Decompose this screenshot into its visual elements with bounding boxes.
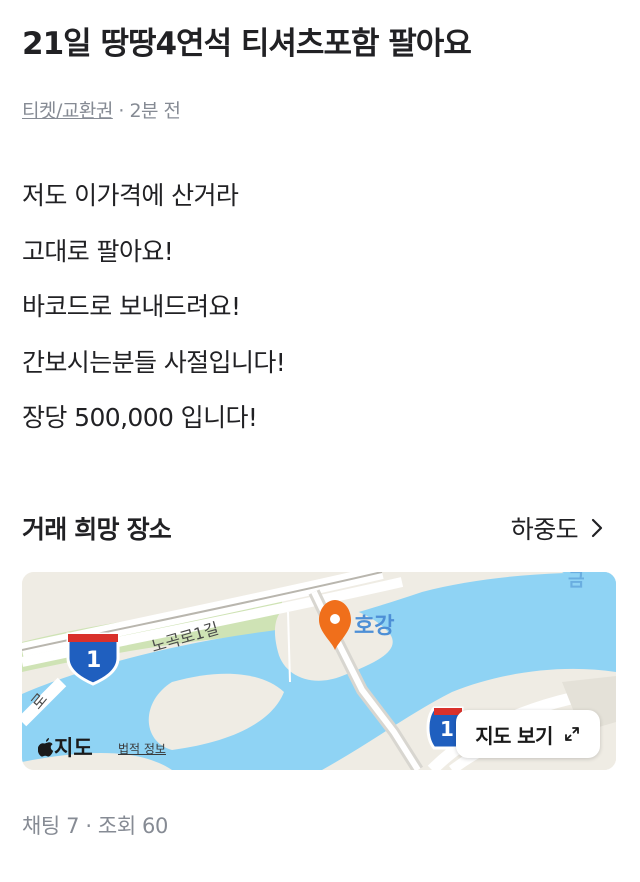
body-line: 저도 이가격에 산거라 bbox=[22, 181, 239, 210]
route-shield-number-right: 1 bbox=[440, 717, 454, 741]
map-water-label: 호강 bbox=[354, 614, 395, 639]
maps-provider-logo: 지도 bbox=[38, 732, 93, 762]
map-water-label-corner: 금 bbox=[568, 572, 585, 591]
trade-place-row: 거래 희망 장소 하중도 bbox=[22, 506, 608, 550]
trade-place-heading: 거래 희망 장소 bbox=[22, 515, 172, 544]
expand-icon bbox=[564, 727, 579, 741]
maps-provider-name: 지도 bbox=[54, 736, 93, 760]
body-line: 간보시는분들 사절입니다! bbox=[22, 347, 286, 377]
route-shield-number: 1 bbox=[86, 648, 102, 673]
post-meta: 티켓/교환권 · 2분 전 bbox=[22, 96, 181, 123]
body-line: 고대로 팔아요! bbox=[22, 236, 174, 266]
apple-logo-icon bbox=[38, 737, 54, 757]
chevron-right-icon bbox=[591, 518, 603, 538]
body-line: 바코드로 보내드려요! bbox=[22, 292, 241, 321]
post-time: · 2분 전 bbox=[118, 100, 181, 122]
legal-info-link[interactable]: 법적 정보 bbox=[118, 740, 166, 757]
view-map-label: 지도 보기 bbox=[475, 723, 553, 748]
map-preview[interactable]: 노곡로1길 로 호강 금 1 1 지도 법적 정보 지도 보기 bbox=[22, 572, 616, 770]
post-body: 저도 이가격에 산거라 고대로 팔아요! 바코드로 보내드려요! 간보시는분들 … bbox=[22, 168, 286, 446]
trade-place-name: 하중도 bbox=[510, 515, 579, 544]
post-stats: 채팅 7 · 조회 60 bbox=[22, 814, 168, 838]
body-line: 장당 500,000 입니다! bbox=[22, 403, 258, 432]
view-map-button[interactable]: 지도 보기 bbox=[456, 710, 600, 758]
post-title: 21일 땅땅4연석 티셔츠포함 팔아요 bbox=[22, 26, 472, 62]
trade-place-link[interactable]: 하중도 bbox=[511, 510, 608, 546]
category-link[interactable]: 티켓/교환권 bbox=[22, 100, 113, 122]
